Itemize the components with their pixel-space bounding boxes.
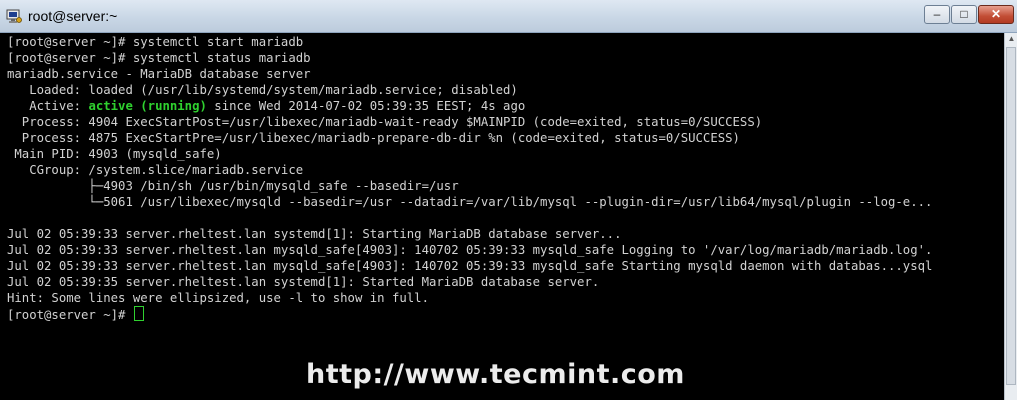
active-since-text: since Wed 2014-07-02 05:39:35 EEST; 4s a… — [206, 99, 526, 113]
text-cursor — [133, 306, 144, 321]
maximize-button[interactable]: □ — [951, 5, 977, 24]
terminal-line: Process: 4904 ExecStartPost=/usr/libexec… — [7, 115, 763, 129]
minimize-button[interactable]: – — [924, 5, 950, 24]
terminal-line: Jul 02 05:39:33 server.rheltest.lan syst… — [7, 227, 622, 241]
terminal-line: mariadb.service - MariaDB database serve… — [7, 67, 311, 81]
active-label: Active: — [7, 99, 89, 113]
title-bar[interactable]: root@server:~ – □ ✕ — [0, 0, 1017, 33]
terminal-line: Main PID: 4903 (mysqld_safe) — [7, 147, 222, 161]
window-title: root@server:~ — [28, 8, 118, 24]
close-button[interactable]: ✕ — [978, 5, 1014, 24]
terminal-line: [root@server ~]# systemctl start mariadb — [7, 35, 304, 49]
terminal-window: root@server:~ – □ ✕ [root@server ~]# sys… — [0, 0, 1017, 400]
shell-prompt: [root@server ~]# — [7, 308, 133, 322]
scrollbar-thumb[interactable] — [1006, 47, 1016, 385]
terminal-line: Jul 02 05:39:33 server.rheltest.lan mysq… — [7, 259, 933, 273]
terminal-line: [root@server ~]# systemctl status mariad… — [7, 51, 311, 65]
active-status-line: Active: active (running) since Wed 2014-… — [7, 98, 525, 114]
scroll-up-arrow-icon[interactable]: ▲ — [1006, 34, 1017, 46]
terminal-line: Jul 02 05:39:33 server.rheltest.lan mysq… — [7, 243, 933, 257]
terminal-line: CGroup: /system.slice/mariadb.service — [7, 163, 304, 177]
terminal-output[interactable]: [root@server ~]# systemctl start mariadb… — [0, 33, 1004, 400]
prompt-line[interactable]: [root@server ~]# — [7, 306, 144, 322]
terminal-line: Jul 02 05:39:35 server.rheltest.lan syst… — [7, 275, 600, 289]
terminal-line: Process: 4875 ExecStartPre=/usr/libexec/… — [7, 131, 740, 145]
terminal-line: ├─4903 /bin/sh /usr/bin/mysqld_safe --ba… — [7, 179, 459, 193]
watermark-url: http://www.tecmint.com — [306, 359, 685, 390]
terminal-line: Loaded: loaded (/usr/lib/systemd/system/… — [7, 83, 518, 97]
terminal-line: Hint: Some lines were ellipsized, use -l… — [7, 291, 429, 305]
active-status-badge: active (running) — [88, 99, 207, 113]
terminal-line: └─5061 /usr/libexec/mysqld --basedir=/us… — [7, 195, 933, 209]
vertical-scrollbar[interactable]: ▲ — [1004, 33, 1017, 400]
terminal-app-icon[interactable] — [6, 8, 22, 24]
